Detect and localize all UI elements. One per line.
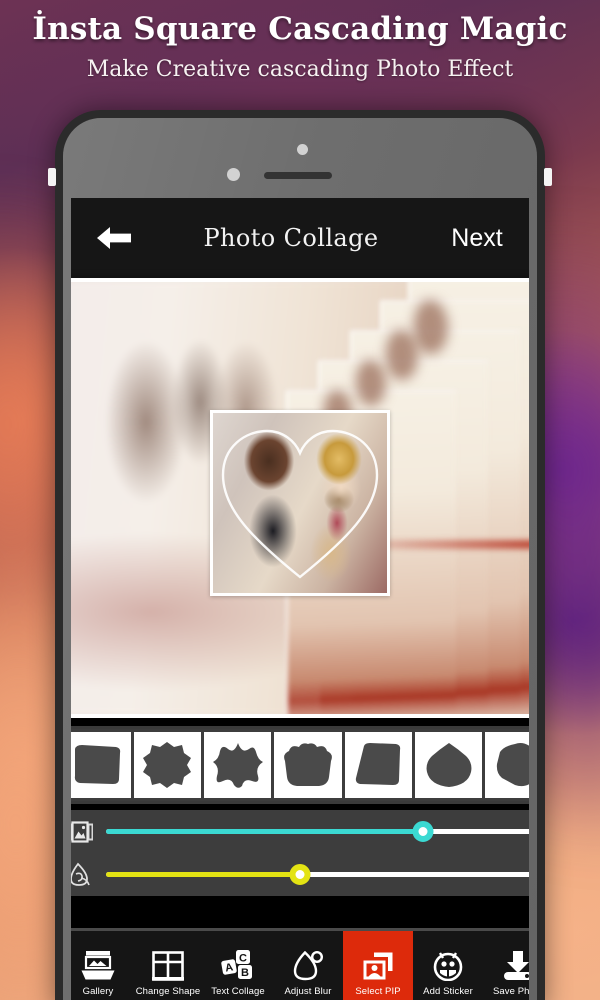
sticker-face-icon-glyph xyxy=(433,951,463,981)
shape-option-scalloped-burst[interactable] xyxy=(133,732,202,798)
toolbar-label: Add Sticker xyxy=(423,985,473,997)
save-download-icon xyxy=(502,945,529,981)
app-top-bar: Photo Collage Next xyxy=(71,198,529,278)
toolbar-label: Select PIP xyxy=(355,985,401,997)
blur-drop-icon xyxy=(71,862,106,888)
sticker-face-icon xyxy=(432,945,464,981)
heart-shape-outline-icon xyxy=(221,429,379,579)
toolbar-label: Gallery xyxy=(82,985,114,997)
toolbar-label: Save Photo xyxy=(492,985,529,997)
shape-option-cupcake[interactable] xyxy=(274,732,342,798)
abc-blocks-icon-glyph: C A B xyxy=(221,949,252,979)
save-download-icon-glyph xyxy=(504,950,529,980)
promo-header: İnsta Square Cascading Magic Make Creati… xyxy=(0,0,600,100)
toolbar-label: Text Collage xyxy=(211,985,265,997)
slider-thumb[interactable] xyxy=(289,864,311,885)
toolbar-item-select-pip[interactable]: Select PIP xyxy=(343,931,413,1000)
svg-text:B: B xyxy=(241,967,249,979)
front-camera-icon xyxy=(297,144,308,155)
slider-thumb[interactable] xyxy=(412,821,434,842)
photo-canvas-frame[interactable] xyxy=(71,278,529,718)
image-size-slider[interactable] xyxy=(106,810,529,853)
heptagon-icon xyxy=(496,743,529,787)
toolbar-item-text-collage[interactable]: C A B Text Collage xyxy=(203,931,273,1000)
cascade-blob-1 xyxy=(414,300,448,354)
shape-selector-strip[interactable] xyxy=(71,726,529,804)
slider-panel xyxy=(71,810,529,896)
teardrop-circle-icon xyxy=(426,743,471,787)
bottom-toolbar: Gallery Change Shape C A B Text Collage … xyxy=(71,928,529,1000)
abc-blocks-icon: C A B xyxy=(221,945,255,981)
toolbar-item-save-photo[interactable]: Save Photo xyxy=(483,931,529,1000)
volume-button-left[interactable] xyxy=(48,168,56,186)
pip-frame-icon xyxy=(362,945,394,981)
app-screen: Photo Collage Next Gallery Change Shape … xyxy=(71,198,529,1000)
shape-option-rounded-rectangle[interactable] xyxy=(71,732,131,798)
promo-subtitle: Make Creative cascading Photo Effect xyxy=(86,57,514,82)
slider-fill xyxy=(106,829,423,834)
back-arrow-icon xyxy=(97,227,131,249)
cupcake-icon xyxy=(284,743,332,786)
photo-canvas[interactable] xyxy=(71,282,529,714)
shape-option-trapezoid[interactable] xyxy=(344,732,412,798)
phone-bezel: Photo Collage Next Gallery Change Shape … xyxy=(63,118,537,1000)
six-point-star-icon xyxy=(212,743,263,788)
pip-photo[interactable] xyxy=(213,413,387,593)
cascade-blob-3 xyxy=(356,360,386,406)
rounded-rectangle-icon xyxy=(74,745,121,784)
pip-photo-frame[interactable] xyxy=(210,410,390,596)
toolbar-item-adjust-blur[interactable]: Adjust Blur xyxy=(273,931,343,1000)
power-button-right[interactable] xyxy=(544,168,552,186)
railing-accent xyxy=(380,540,529,549)
proximity-sensor-icon xyxy=(227,168,240,181)
shape-option-heptagon[interactable] xyxy=(485,732,529,798)
gallery-icon xyxy=(81,945,115,981)
image-size-slider-row xyxy=(71,810,529,853)
blur-slider[interactable] xyxy=(106,853,529,896)
toolbar-label: Adjust Blur xyxy=(284,985,332,997)
back-button[interactable] xyxy=(71,198,157,278)
earpiece-speaker xyxy=(264,172,332,179)
gallery-icon-glyph xyxy=(81,950,115,979)
phone-device-mockup: Photo Collage Next Gallery Change Shape … xyxy=(55,110,545,1000)
shape-option-six-point-star[interactable] xyxy=(204,732,272,798)
svg-text:C: C xyxy=(239,952,247,964)
promo-title: İnsta Square Cascading Magic xyxy=(32,11,568,47)
pip-frame-icon-glyph xyxy=(363,952,393,979)
page-title: Photo Collage xyxy=(203,224,379,252)
toolbar-label: Change Shape xyxy=(135,985,201,997)
toolbar-item-add-sticker[interactable]: Add Sticker xyxy=(413,931,483,1000)
blur-slider-row xyxy=(71,853,529,896)
slider-fill xyxy=(106,872,300,877)
photo-icon-glyph xyxy=(71,820,93,843)
photo-icon xyxy=(71,820,106,843)
toolbar-item-change-shape[interactable]: Change Shape xyxy=(133,931,203,1000)
blur-drop-icon xyxy=(293,945,323,981)
cascade-blob-2 xyxy=(386,330,418,380)
grid-shape-icon xyxy=(152,945,184,981)
trapezoid-icon xyxy=(356,743,401,785)
next-button[interactable]: Next xyxy=(425,198,529,278)
blur-drop-icon-glyph xyxy=(293,950,323,980)
scalloped-burst-icon xyxy=(143,742,192,788)
blur-drop-icon-glyph xyxy=(71,862,90,886)
toolbar-item-gallery[interactable]: Gallery xyxy=(71,931,133,1000)
grid-shape-icon-glyph xyxy=(152,950,184,981)
shape-option-teardrop-circle[interactable] xyxy=(414,732,483,798)
